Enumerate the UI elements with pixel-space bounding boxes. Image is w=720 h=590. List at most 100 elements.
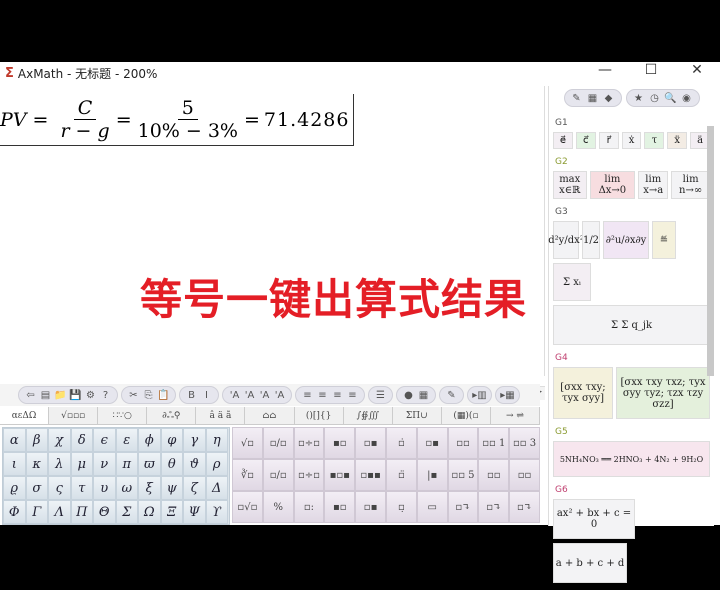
template-button[interactable]: ▫̣ [386,491,417,523]
greek-symbol-button[interactable]: λ [48,452,71,476]
toolbar-button[interactable]: ≡ [345,390,360,401]
maximize-button[interactable]: ☐ [628,62,674,78]
template-button[interactable]: ▫▫ 1 [478,427,509,459]
toolbar-button[interactable]: 'A [272,390,287,401]
template-button[interactable]: √▫ [232,427,263,459]
template-g1-item[interactable]: r⃗ [599,132,619,149]
greek-symbol-button[interactable]: Θ [93,500,116,524]
greek-symbol-button[interactable]: ζ [183,476,206,500]
toolbar-button[interactable]: ✎ [444,390,459,401]
toolbar-button[interactable]: ▤ [38,390,53,401]
template-button[interactable]: ▫̈ [386,459,417,491]
panel-tool-button[interactable]: ◉ [679,93,695,104]
greek-symbol-button[interactable]: ϒ [206,500,229,524]
formula-editor[interactable]: PV = C r − g = 5 10% − 3% = 71.4286 等号一键… [0,86,545,376]
panel-tool-button[interactable]: ▦ [585,93,601,104]
template-button[interactable]: ▫/▫ [263,459,294,491]
greek-symbol-button[interactable]: α [3,428,26,452]
template-button[interactable]: ▪▫ [324,491,355,523]
toolbar-button[interactable]: ▦ [416,390,431,401]
greek-symbol-button[interactable]: δ [71,428,94,452]
template-button[interactable]: ∛▫ [232,459,263,491]
greek-symbol-button[interactable]: μ [71,452,94,476]
greek-symbol-button[interactable]: ϵ [93,428,116,452]
toolbar-button[interactable]: ? [98,390,113,401]
symbol-tab[interactable]: √▫▫▫ [49,407,98,424]
toolbar-button[interactable]: I [199,390,214,401]
toolbar-button[interactable]: ⇦ [23,390,38,401]
symbol-tab[interactable]: αεΔΩ [0,407,49,424]
greek-symbol-button[interactable]: ρ [206,452,229,476]
template-button[interactable]: ▫▪ [355,491,386,523]
close-button[interactable]: ✕ [674,62,720,78]
panel-scrollbar[interactable] [707,126,714,376]
template-g2-item[interactable]: lim x→a [638,171,668,199]
toolbar-button[interactable]: ⎘ [141,390,156,401]
template-button[interactable]: ▫▫ 5 [448,459,479,491]
template-button[interactable]: ▫▫ 1M [478,459,509,491]
greek-symbol-button[interactable]: φ [161,428,184,452]
formula[interactable]: PV = C r − g = 5 10% − 3% = 71.4286 [0,94,354,146]
greek-symbol-button[interactable]: Φ [3,500,26,524]
template-button[interactable]: ▫̇ [386,427,417,459]
template-g3-item[interactable]: ≝ [652,221,676,259]
toolbar-button[interactable]: ▸▦ [500,390,515,401]
template-g6-item[interactable]: ax² + bx + c = 0 [553,499,635,539]
symbol-tab[interactable]: ⌂⌂ [245,407,294,424]
greek-symbol-button[interactable]: ι [3,452,26,476]
template-button[interactable]: ▫↴ [478,491,509,523]
template-g3-item[interactable]: Σ xᵢ [553,263,591,301]
template-button[interactable]: ▫▫ −3 [448,427,479,459]
toolbar-button[interactable]: ● [401,390,416,401]
toolbar-button[interactable]: 'A [257,390,272,401]
greek-symbol-button[interactable]: β [26,428,49,452]
greek-symbol-button[interactable]: ϑ [183,452,206,476]
greek-symbol-button[interactable]: κ [26,452,49,476]
greek-symbol-button[interactable]: σ [26,476,49,500]
greek-symbol-button[interactable]: Σ [116,500,139,524]
template-button[interactable]: ▫↴ [509,491,540,523]
panel-tool-button[interactable]: 🔍 [663,93,679,104]
greek-symbol-button[interactable]: ς [48,476,71,500]
toolbar-button[interactable]: ▸▥ [472,390,487,401]
symbol-tab[interactable]: ∷∵○ [98,407,147,424]
template-button[interactable]: ▫▫ 3 [509,427,540,459]
toolbar-button[interactable]: ☰ [373,390,388,401]
greek-symbol-button[interactable]: γ [183,428,206,452]
panel-tool-button[interactable]: ✎ [569,93,585,104]
greek-symbol-button[interactable]: ω [116,476,139,500]
greek-symbol-button[interactable]: υ [93,476,116,500]
template-button[interactable]: ▫▪▪ [355,459,386,491]
toolbar-button[interactable]: ⚙ [83,390,98,401]
greek-symbol-button[interactable]: ν [93,452,116,476]
symbol-tab[interactable]: â ä ã [196,407,245,424]
toolbar-button[interactable]: 📋 [156,390,171,401]
greek-symbol-button[interactable]: Ξ [161,500,184,524]
symbol-tab[interactable]: ∫∯∭ [344,407,393,424]
template-g5-item[interactable]: 5NH₄NO₃ ══ 2HNO₃ + 4N₂ + 9H₂O [553,441,710,477]
template-g1-item[interactable]: c⃗ [576,132,596,149]
toolbar-button[interactable]: ≡ [300,390,315,401]
greek-symbol-button[interactable]: θ [161,452,184,476]
template-g2-item[interactable]: lim Δx→0 [590,171,636,199]
template-button[interactable]: ▫▪ [355,427,386,459]
greek-symbol-button[interactable]: ϱ [3,476,26,500]
symbol-tab[interactable]: ΣΠ∪ [393,407,442,424]
greek-symbol-button[interactable]: χ [48,428,71,452]
template-g6-item[interactable]: a + b + c + d [553,543,627,583]
greek-symbol-button[interactable]: Π [71,500,94,524]
symbol-tab[interactable]: → ⇌ [491,407,540,424]
symbol-tab[interactable]: ()[]{} [295,407,344,424]
toolbar-button[interactable]: ≡ [315,390,330,401]
template-button[interactable]: |▪ [417,459,448,491]
toolbar-button[interactable]: ✂ [126,390,141,401]
template-button[interactable]: ▫/▫ [263,427,294,459]
template-button[interactable]: ▫▫ 2M [509,459,540,491]
toolbar-button[interactable]: 📁 [53,390,68,401]
template-button[interactable]: ▫√▫ [232,491,263,523]
symbol-tab[interactable]: ∂ஃ⚲ [147,407,196,424]
toolbar-button[interactable]: B [184,390,199,401]
template-g3-item[interactable]: d²y/dx² [553,221,579,259]
template-g4-item[interactable]: [σxx τxy; τyx σyy] [553,367,613,419]
greek-symbol-button[interactable]: Δ [206,476,229,500]
